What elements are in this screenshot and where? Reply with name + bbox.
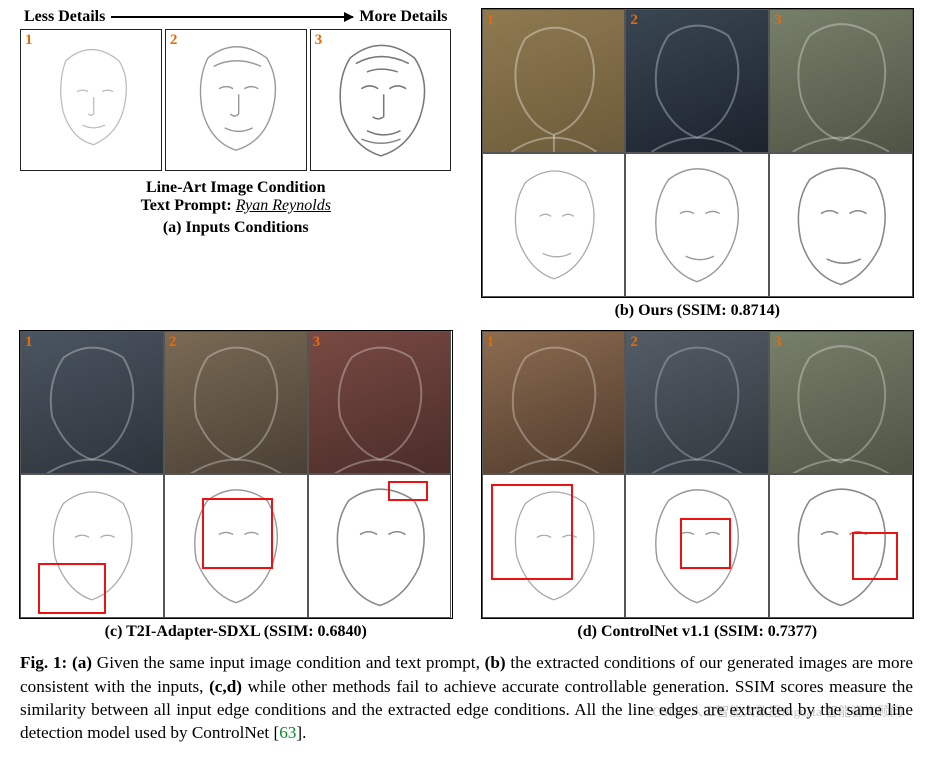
lineart-sketch-icon — [770, 154, 912, 296]
tile-number: 2 — [630, 12, 638, 29]
tile-number: 2 — [170, 32, 178, 49]
caption-sub-a: (a) — [72, 653, 92, 672]
panel-caption: (c) T2I-Adapter-SDXL (SSIM: 0.6840) — [105, 623, 367, 641]
figure-label: Fig. 1: — [20, 653, 67, 672]
portrait-icon — [626, 10, 768, 152]
portrait-icon — [165, 332, 307, 474]
portrait-icon — [770, 332, 912, 474]
caption-text: Given the same input image condition and… — [97, 653, 485, 672]
error-highlight-box — [680, 518, 731, 569]
result-cell: 2 — [164, 331, 308, 475]
result-cell — [482, 153, 626, 297]
input-tile: 2 — [165, 29, 307, 171]
input-tile: 1 — [20, 29, 162, 171]
result-grid: 1 2 3 — [19, 330, 453, 620]
result-cell: 3 — [308, 331, 452, 475]
detail-arrow: Less Details More Details — [20, 8, 452, 26]
tile-number: 1 — [25, 334, 33, 351]
panel-caption: (a) Inputs Conditions — [163, 219, 309, 237]
panel-c-t2i: 1 2 3 (c) T2I-Ada — [20, 330, 452, 642]
panel-caption: (d) ControlNet v1.1 (SSIM: 0.7377) — [577, 623, 817, 641]
panel-d-controlnet: 1 2 3 (d) Control — [482, 330, 914, 642]
error-highlight-box — [491, 484, 573, 580]
citation-link[interactable]: 63 — [279, 723, 296, 742]
portrait-icon — [626, 332, 768, 474]
error-highlight-box — [202, 498, 273, 569]
input-tile: 3 — [310, 29, 452, 171]
result-cell — [625, 153, 769, 297]
input-tile-row: 1 2 — [20, 29, 452, 171]
lineart-sketch-icon — [21, 30, 161, 170]
result-cell — [20, 474, 164, 618]
lineart-sketch-icon — [626, 154, 768, 296]
error-highlight-box — [38, 563, 106, 614]
panel-b-ours: 1 2 3 — [482, 8, 914, 320]
lineart-sketch-icon — [166, 30, 306, 170]
arrow-label-left: Less Details — [24, 8, 105, 26]
result-cell — [308, 474, 452, 618]
result-cell: 3 — [769, 331, 913, 475]
prompt-value: Ryan Reynolds — [236, 197, 331, 214]
result-cell: 2 — [625, 9, 769, 153]
tile-number: 2 — [630, 334, 638, 351]
figure-grid: Less Details More Details 1 2 — [20, 8, 913, 641]
portrait-icon — [483, 10, 625, 152]
result-cell — [625, 474, 769, 618]
arrow-label-right: More Details — [359, 8, 447, 26]
prompt-line: Text Prompt: Ryan Reynolds — [141, 197, 331, 215]
lineart-sketch-icon — [483, 154, 625, 296]
result-cell — [482, 474, 626, 618]
result-cell: 2 — [625, 331, 769, 475]
figure-caption: Fig. 1: (a) Given the same input image c… — [20, 651, 913, 744]
result-cell: 1 — [20, 331, 164, 475]
tile-number: 2 — [169, 334, 177, 351]
portrait-icon — [770, 10, 912, 152]
tile-number: 1 — [25, 32, 33, 49]
portrait-icon — [21, 332, 163, 474]
error-highlight-box — [388, 481, 428, 501]
panel-caption: (b) Ours (SSIM: 0.8714) — [615, 302, 780, 320]
tile-number: 3 — [315, 32, 323, 49]
caption-sub-b: (b) — [485, 653, 506, 672]
lineart-sketch-icon — [311, 30, 451, 170]
result-cell — [164, 474, 308, 618]
portrait-icon — [483, 332, 625, 474]
prompt-label: Text Prompt: — [141, 197, 232, 214]
lineart-sketch-icon — [309, 475, 451, 617]
result-grid: 1 2 3 — [481, 330, 915, 620]
caption-period: . — [302, 723, 306, 742]
error-highlight-box — [852, 532, 897, 580]
result-cell: 3 — [769, 9, 913, 153]
caption-sub-cd: (c,d) — [209, 677, 242, 696]
result-cell — [769, 474, 913, 618]
result-grid: 1 2 3 — [481, 8, 915, 298]
tile-number: 1 — [487, 12, 495, 29]
condition-title: Line-Art Image Condition — [146, 179, 326, 197]
tile-number: 3 — [774, 334, 782, 351]
panel-a-inputs: Less Details More Details 1 2 — [20, 8, 452, 320]
tile-number: 3 — [774, 12, 782, 29]
result-cell — [769, 153, 913, 297]
portrait-icon — [309, 332, 451, 474]
tile-number: 1 — [487, 334, 495, 351]
result-cell: 1 — [482, 9, 626, 153]
arrow-line-icon — [111, 16, 353, 18]
watermark-text: CSDN 人工智能大数据Bigdata 智能咨询顾问 — [652, 703, 903, 721]
result-cell: 1 — [482, 331, 626, 475]
tile-number: 3 — [313, 334, 321, 351]
